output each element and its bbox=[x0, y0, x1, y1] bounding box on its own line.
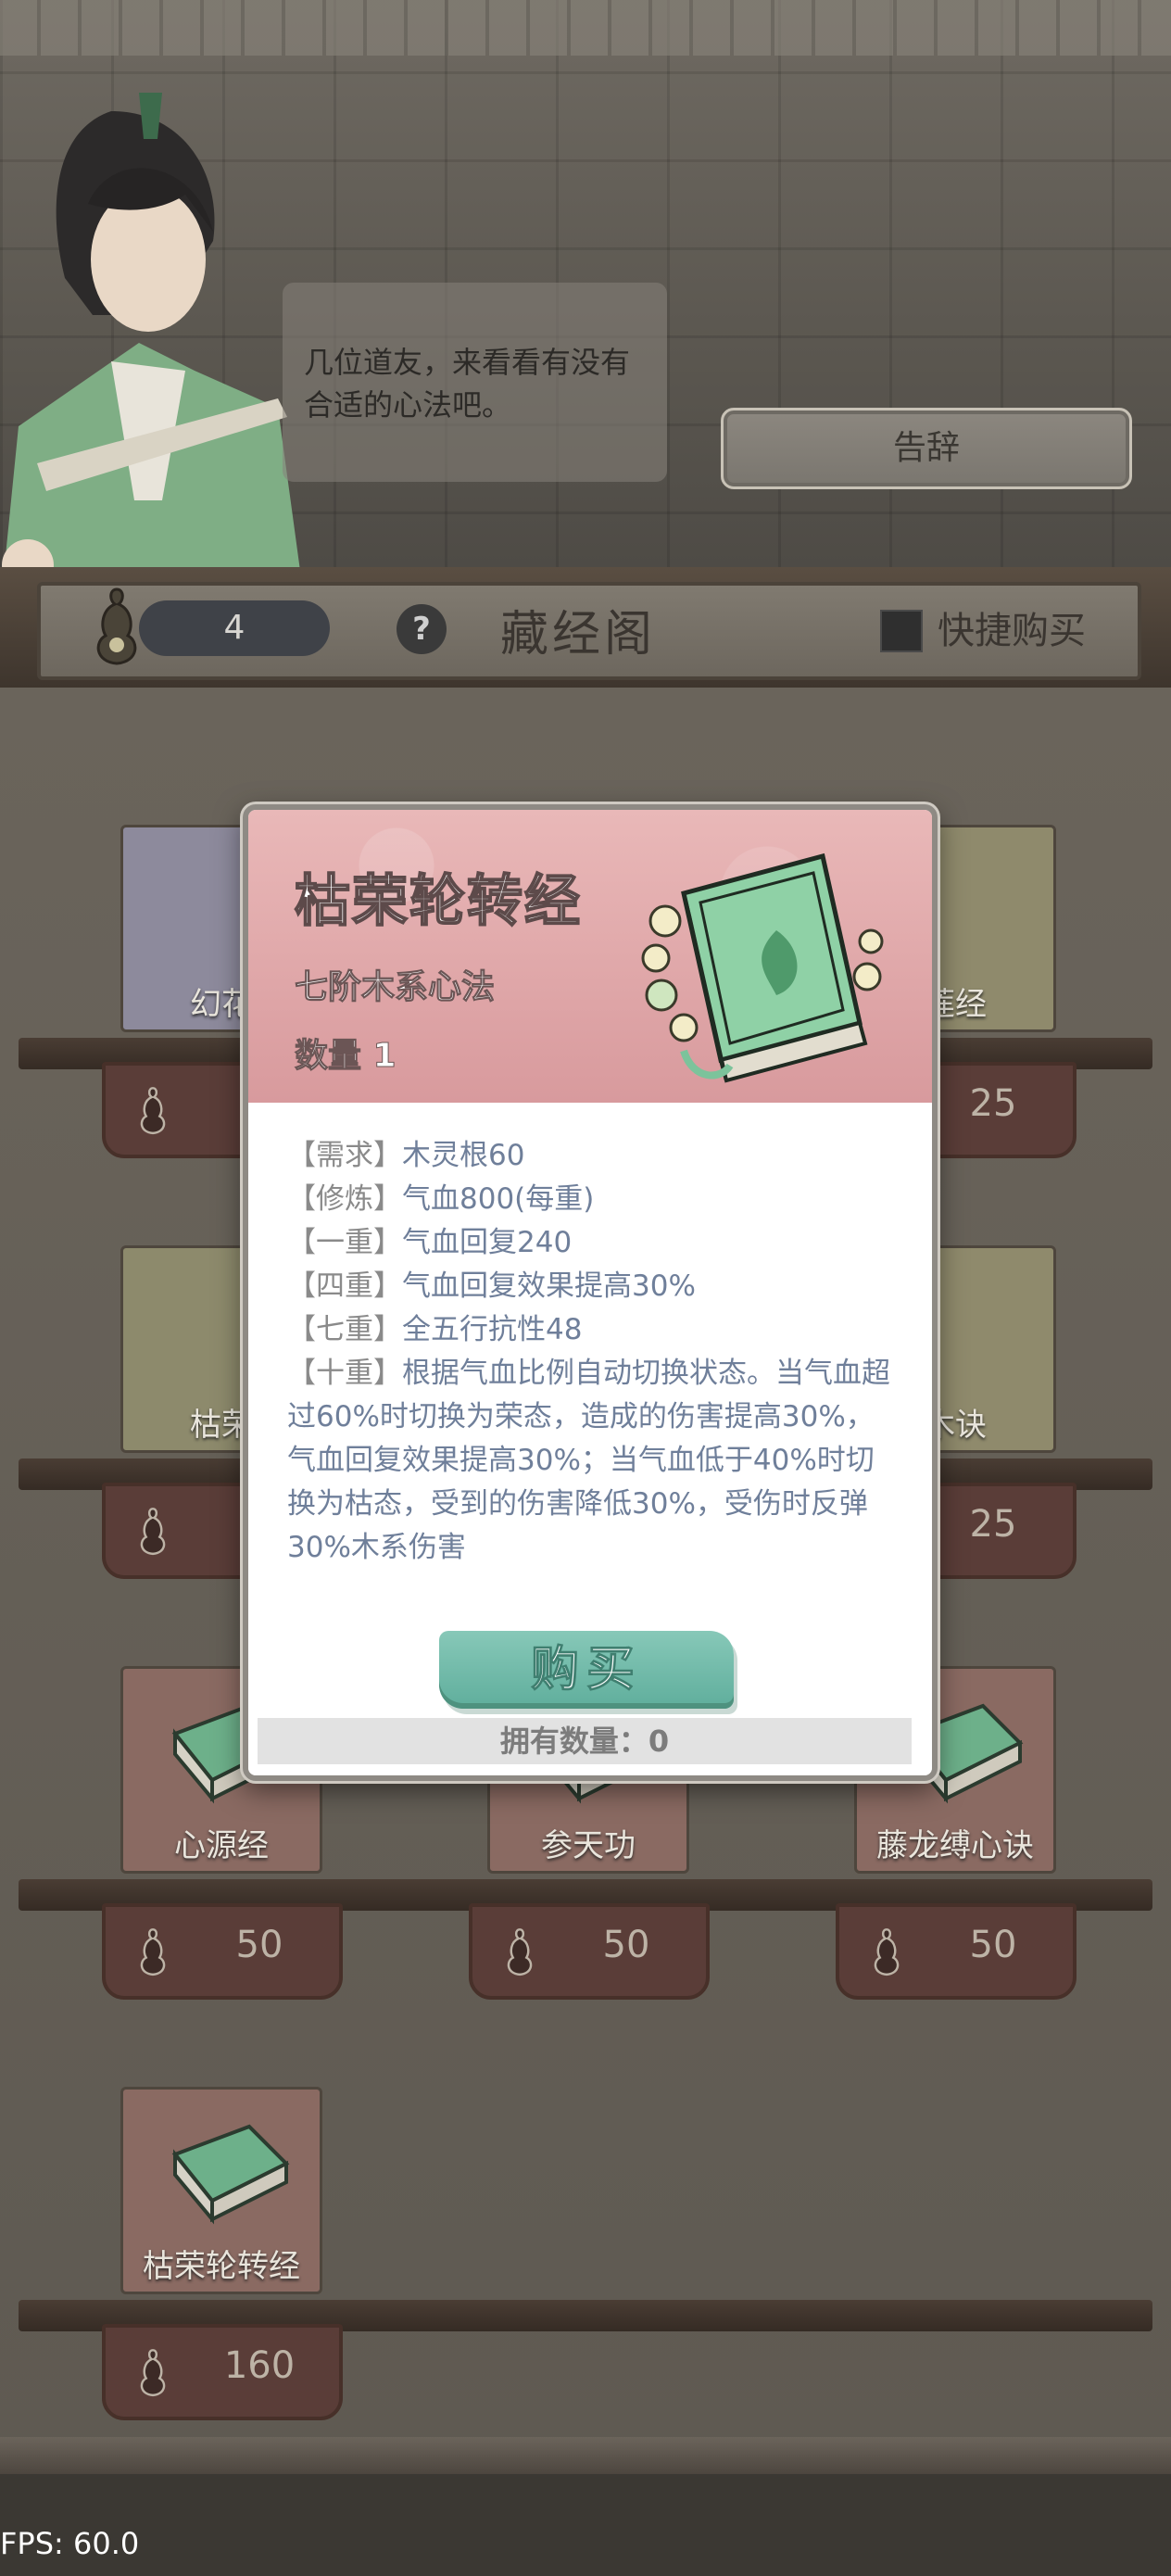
popup-quantity: 数量 1 bbox=[295, 1037, 397, 1076]
stat-tag: 【需求】 bbox=[287, 1139, 402, 1172]
stat-tag: 【四重】 bbox=[287, 1269, 402, 1303]
stat-tag: 【十重】 bbox=[287, 1357, 402, 1390]
stat-text: 木灵根60 bbox=[402, 1139, 525, 1172]
item-detail-popup: 枯荣轮转经 七阶木系心法 数量 1 【需求】木灵根60 【修炼】气血800(每重… bbox=[243, 804, 938, 1781]
owned-count: 拥有数量：0 bbox=[258, 1718, 912, 1764]
manual-book-icon bbox=[641, 852, 884, 1083]
stat-text: 气血回复效果提高30% bbox=[402, 1269, 696, 1303]
stat-text: 气血800(每重) bbox=[402, 1182, 595, 1216]
buy-button[interactable]: 购买 bbox=[439, 1631, 734, 1709]
stat-line: 【修炼】气血800(每重) bbox=[287, 1178, 899, 1221]
stat-line: 【一重】气血回复240 bbox=[287, 1221, 899, 1265]
stat-tag: 【一重】 bbox=[287, 1226, 402, 1259]
stat-line: 【七重】全五行抗性48 bbox=[287, 1308, 899, 1352]
stat-text: 气血回复240 bbox=[402, 1226, 573, 1259]
stat-line: 【十重】根据气血比例自动切换状态。当气血超过60%时切换为荣态，造成的伤害提高3… bbox=[287, 1352, 899, 1570]
stat-line: 【四重】气血回复效果提高30% bbox=[287, 1265, 899, 1308]
popup-title: 枯荣轮转经 bbox=[294, 868, 582, 935]
stat-tag: 【七重】 bbox=[287, 1313, 402, 1346]
stat-line: 【需求】木灵根60 bbox=[287, 1134, 899, 1178]
stat-tag: 【修炼】 bbox=[287, 1182, 402, 1216]
stat-text: 全五行抗性48 bbox=[402, 1313, 583, 1346]
popup-subtitle: 七阶木系心法 bbox=[294, 968, 496, 1007]
